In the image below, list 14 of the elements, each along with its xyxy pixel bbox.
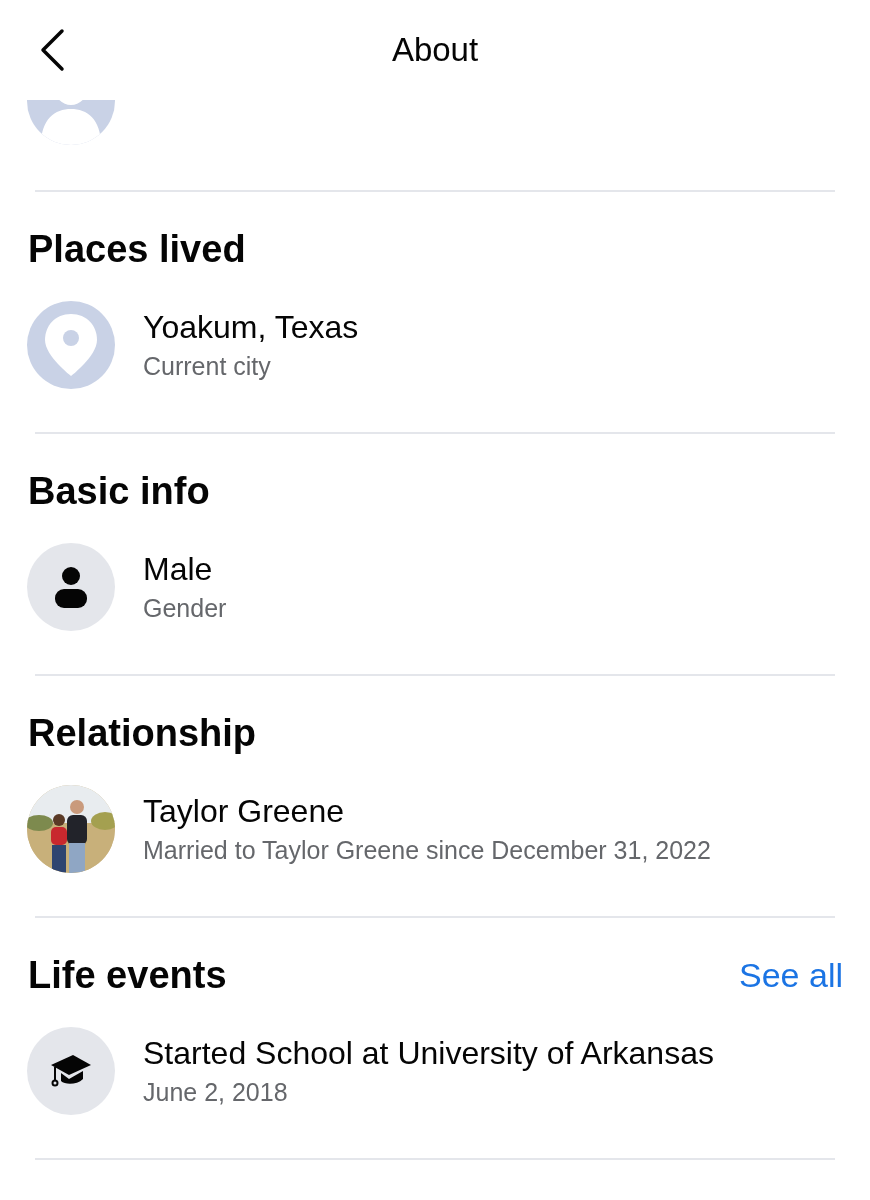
see-all-link[interactable]: See all (739, 956, 843, 995)
section-heading: Life events (28, 954, 227, 997)
section-heading: Relationship (28, 712, 257, 755)
section-heading: Places lived (28, 228, 246, 271)
page-title: About (391, 31, 479, 69)
item-subtitle: Married to Taylor Greene since December 31, 2022 (143, 836, 711, 865)
item-subtitle: Gender (143, 594, 227, 623)
item-subtitle: Current city (143, 352, 272, 381)
item-title: Male (143, 551, 214, 588)
item-title: Yoakum, Texas (143, 309, 359, 346)
item-subtitle: June 2, 2018 (143, 1078, 289, 1107)
item-title: Taylor Greene (143, 793, 345, 830)
item-title: Started School at University of Arkansas (143, 1035, 714, 1072)
section-heading: Basic info (28, 470, 210, 513)
